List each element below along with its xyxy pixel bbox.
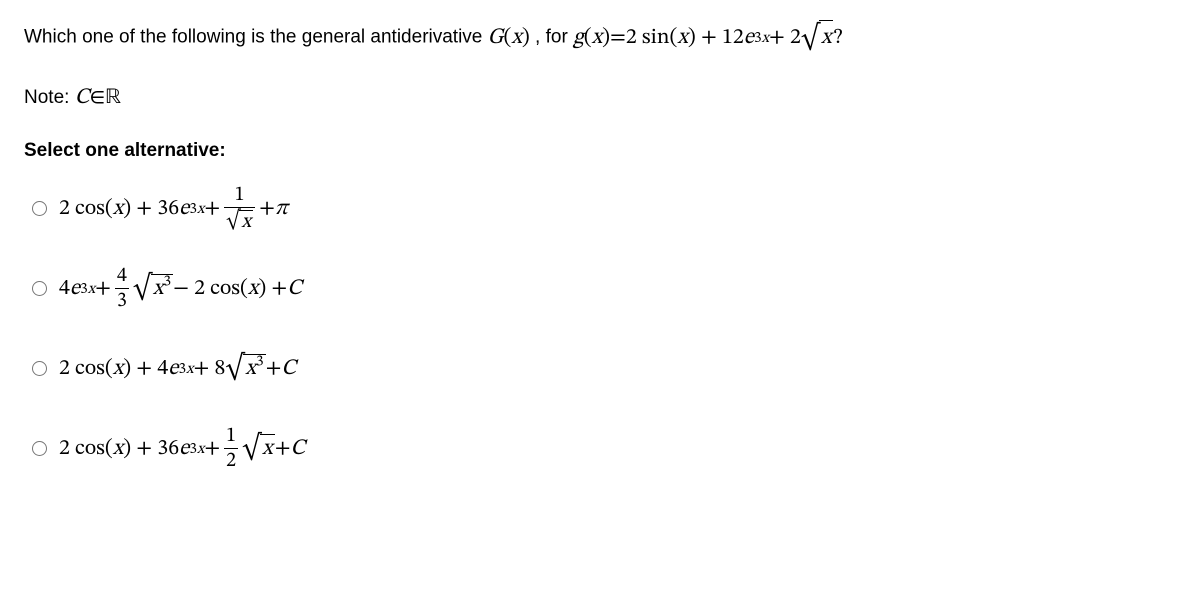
select-alternative-heading: Select one alternative: (24, 140, 1176, 162)
fraction: 1 √ x (224, 184, 255, 233)
option-d[interactable]: 2 cos(x) + 36e3x + 1 2 √ x + C (24, 425, 1176, 473)
note-text: Note: C ∈ ℝ (24, 84, 1176, 112)
fraction: 1 2 (224, 425, 238, 472)
sqrt-icon: √ x3 (225, 354, 265, 383)
option-b-math: 4e3x + 4 3 √ x3 − 2 cos(x) + C (59, 265, 302, 312)
sqrt-icon: √ x (801, 20, 834, 56)
option-c-radio[interactable] (32, 361, 47, 376)
question-math: G(x) (488, 21, 530, 56)
question-prefix: Which one of the following is the genera… (24, 27, 488, 48)
sqrt-icon: √ x3 (133, 274, 173, 303)
sqrt-icon: √ x (242, 434, 275, 463)
option-a-math: 2 cos(x) + 36e3x + 1 √ x + π (59, 184, 288, 233)
option-c-math: 2 cos(x) + 4e3x + 8 √ x3 + C (59, 354, 296, 383)
option-d-radio[interactable] (32, 441, 47, 456)
question-text: Which one of the following is the genera… (24, 20, 1176, 56)
question-math-g: g(x) = 2 sin(x) + 12e3x + 2 √ x ? (573, 20, 842, 56)
fraction: 4 3 (115, 265, 129, 312)
option-b-radio[interactable] (32, 281, 47, 296)
option-b[interactable]: 4e3x + 4 3 √ x3 − 2 cos(x) + C (24, 265, 1176, 313)
option-c[interactable]: 2 cos(x) + 4e3x + 8 √ x3 + C (24, 345, 1176, 393)
option-a-radio[interactable] (32, 201, 47, 216)
option-a[interactable]: 2 cos(x) + 36e3x + 1 √ x + π (24, 184, 1176, 233)
option-d-math: 2 cos(x) + 36e3x + 1 2 √ x + C (59, 425, 305, 472)
